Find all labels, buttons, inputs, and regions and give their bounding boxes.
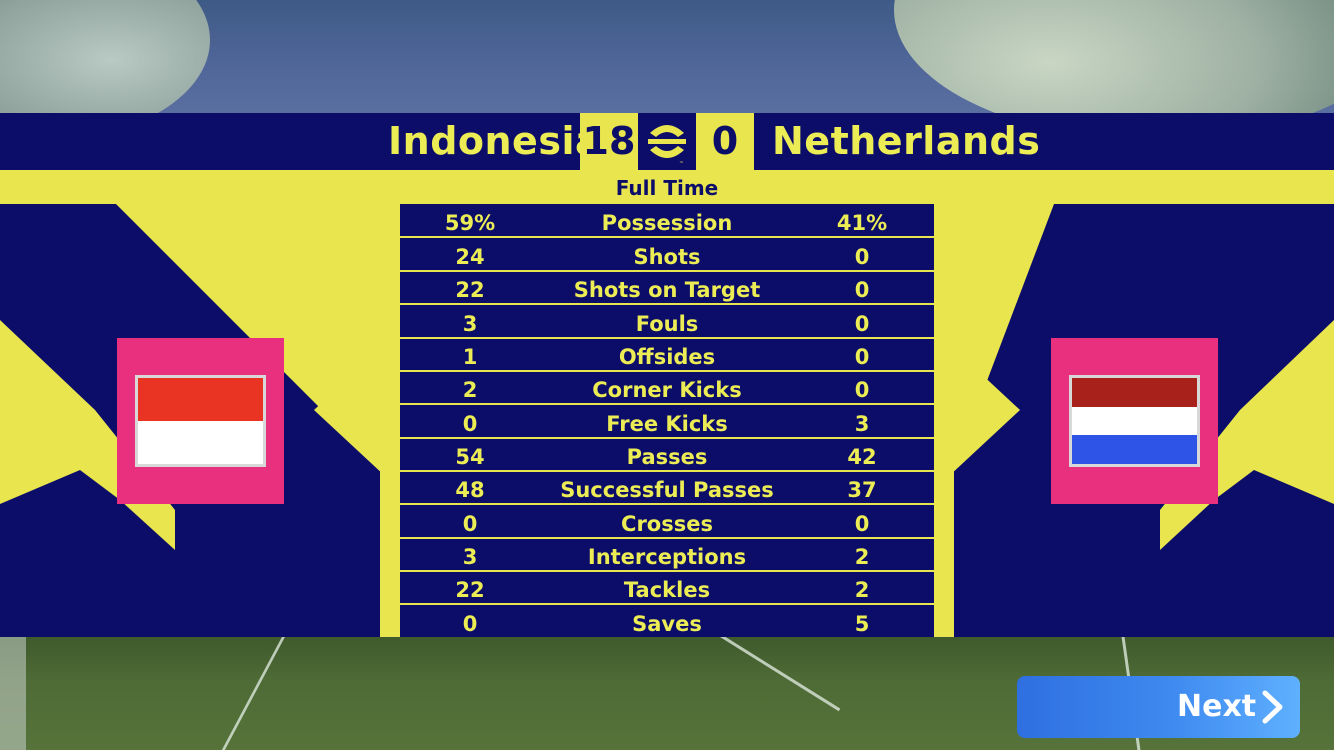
stat-away-value: 5 (854, 612, 870, 636)
stat-home-value: 1 (462, 345, 478, 369)
stat-home-value: 54 (455, 445, 485, 469)
stat-away-value: 37 (847, 478, 877, 502)
stat-label: Interceptions (587, 545, 747, 569)
stat-row-shots-on-target: 22 Shots on Target 0 (400, 271, 934, 305)
stat-home-value: 22 (455, 278, 485, 302)
chevron-right-icon (1262, 690, 1283, 724)
match-status: Full Time (615, 176, 719, 200)
stadium-stand-right (894, 0, 1334, 114)
stat-label: Fouls (635, 312, 699, 336)
stat-away-value: 2 (854, 545, 870, 569)
away-flag-card (1051, 338, 1218, 504)
stat-home-value: 0 (462, 512, 478, 536)
pitch-line (218, 637, 285, 750)
stat-away-value: 0 (854, 345, 870, 369)
stat-away-value: 0 (854, 378, 870, 402)
stat-away-value: 0 (854, 245, 870, 269)
match-stats-table: 59% Possession 41% 24 Shots 0 22 Shots o… (400, 204, 934, 637)
stat-home-value: 48 (455, 478, 485, 502)
stadium-sky-background (0, 0, 1334, 114)
stat-row-offsides: 1 Offsides 0 (400, 338, 934, 372)
next-button-label: Next (1177, 689, 1257, 724)
stat-away-value: 41% (836, 211, 888, 235)
away-team-name: Netherlands (772, 119, 1041, 163)
flag-stripe-red (138, 378, 263, 421)
pitch-line (720, 637, 841, 712)
stat-label: Offsides (618, 345, 716, 369)
stat-label: Tackles (623, 578, 711, 602)
stat-away-value: 0 (854, 312, 870, 336)
stat-row-successful-passes: 48 Successful Passes 37 (400, 471, 934, 505)
stat-row-interceptions: 3 Interceptions 2 (400, 538, 934, 572)
stat-home-value: 22 (455, 578, 485, 602)
stat-row-possession: 59% Possession 41% (400, 204, 934, 238)
stat-away-value: 42 (847, 445, 877, 469)
efootball-logo-icon: ™ (638, 113, 696, 170)
flag-stripe-white (1072, 406, 1197, 436)
stat-label: Corner Kicks (592, 378, 742, 402)
stat-label: Crosses (621, 512, 713, 536)
stat-row-fouls: 3 Fouls 0 (400, 305, 934, 339)
stat-label: Shots on Target (573, 278, 761, 302)
next-button[interactable]: Next (1017, 676, 1300, 738)
stat-label: Passes (626, 445, 708, 469)
stat-row-passes: 54 Passes 42 (400, 438, 934, 472)
stat-home-value: 24 (455, 245, 485, 269)
stat-away-value: 0 (854, 278, 870, 302)
stat-label: Shots (633, 245, 701, 269)
pitch-sideline (0, 637, 26, 750)
stat-home-value: 2 (462, 378, 478, 402)
stat-label: Successful Passes (560, 478, 774, 502)
stat-label: Saves (632, 612, 702, 636)
flag-stripe-red (1072, 378, 1197, 407)
stat-away-value: 3 (854, 412, 870, 436)
home-score: 18 (580, 113, 638, 170)
away-score: 0 (696, 113, 754, 170)
netherlands-flag-icon (1069, 375, 1200, 467)
home-team-name: Indonesia (388, 119, 602, 163)
stat-home-value: 3 (462, 545, 478, 569)
home-flag-card (117, 338, 284, 504)
stat-row-corner-kicks: 2 Corner Kicks 0 (400, 371, 934, 405)
stat-away-value: 0 (854, 512, 870, 536)
stat-row-shots: 24 Shots 0 (400, 238, 934, 272)
stat-label: Possession (601, 211, 733, 235)
stat-home-value: 0 (462, 612, 478, 636)
stat-row-saves: 0 Saves 5 (400, 605, 934, 637)
stat-home-value: 3 (462, 312, 478, 336)
indonesia-flag-icon (135, 375, 266, 467)
stat-away-value: 2 (854, 578, 870, 602)
stat-row-crosses: 0 Crosses 0 (400, 505, 934, 539)
stat-home-value: 59% (444, 211, 496, 235)
stat-row-free-kicks: 0 Free Kicks 3 (400, 405, 934, 439)
flag-stripe-white (138, 421, 263, 464)
stat-home-value: 0 (462, 412, 478, 436)
svg-text:™: ™ (679, 161, 684, 167)
stadium-stand-left (0, 0, 210, 114)
stat-row-tackles: 22 Tackles 2 (400, 571, 934, 605)
stat-label: Free Kicks (606, 412, 728, 436)
flag-stripe-blue (1072, 435, 1197, 464)
